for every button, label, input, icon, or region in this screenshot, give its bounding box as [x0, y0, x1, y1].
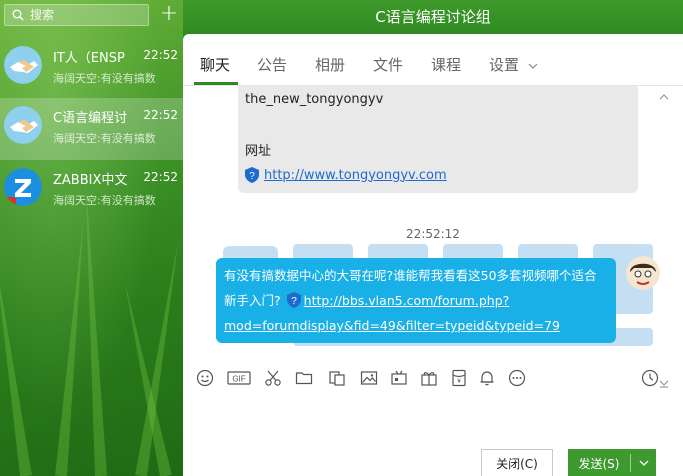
sender-avatar[interactable] — [626, 256, 660, 290]
tab-album[interactable]: 相册 — [315, 54, 345, 75]
search-input[interactable] — [30, 8, 140, 22]
window-title: C语言编程讨论组 — [375, 8, 491, 26]
chevron-down-icon — [639, 460, 648, 466]
group-avatar — [4, 46, 42, 84]
gift-icon[interactable] — [418, 367, 440, 389]
conversation-item[interactable]: IT人（ENSP 22:52 海阔天空:有没有搞数 — [0, 38, 183, 100]
add-button[interactable]: + — [158, 3, 180, 26]
shield-icon: ? — [245, 167, 259, 183]
group-avatar — [4, 106, 42, 144]
conversation-item[interactable]: ZABBIX中文 22:52 海阔天空:有没有搞数 — [0, 160, 183, 222]
send-button-label: 发送(S) — [578, 456, 620, 471]
gif-label: GIF — [232, 375, 245, 384]
tab-courses[interactable]: 课程 — [431, 54, 461, 75]
collapse-icon[interactable] — [659, 92, 669, 102]
message-list[interactable]: the_new_tongyongyv 网址 ? http://www.tongy… — [183, 86, 683, 392]
svg-text:?: ? — [249, 171, 255, 182]
tab-bar: 聊天 公告 相册 文件 课程 设置 — [183, 34, 683, 86]
title-bar: C语言编程讨论组 — [183, 0, 683, 34]
screenshot-icon[interactable] — [326, 367, 348, 389]
conversation-item-active[interactable]: C语言编程讨 22:52 海阔天空:有没有搞数 — [0, 98, 183, 160]
tab-announcement[interactable]: 公告 — [257, 54, 287, 75]
tab-chat[interactable]: 聊天 — [200, 54, 230, 75]
conversation-time: 22:52 — [143, 108, 178, 122]
send-button[interactable]: 发送(S) — [568, 449, 656, 476]
conversation-preview: 海阔天空:有没有搞数 — [53, 72, 156, 85]
search-box[interactable] — [4, 4, 149, 26]
gif-icon[interactable]: GIF — [225, 367, 251, 389]
conversation-time: 22:52 — [143, 48, 178, 62]
svg-text:¥: ¥ — [457, 379, 461, 385]
more-icon[interactable] — [506, 367, 528, 389]
conversation-time: 22:52 — [143, 170, 178, 184]
message-timestamp: 22:52:12 — [406, 227, 460, 241]
smiley-icon[interactable] — [194, 367, 216, 389]
conversation-name: IT人（ENSP — [53, 51, 125, 66]
chat-panel: 聊天 公告 相册 文件 课程 设置 the_new_tongyongyv 网址 … — [183, 34, 683, 476]
send-options-dropdown[interactable] — [631, 459, 656, 467]
input-toolbar: GIF ¥ — [183, 367, 683, 393]
image-icon[interactable] — [358, 367, 380, 389]
background-decoration — [0, 257, 32, 476]
tab-settings-label: 设置 — [489, 56, 520, 74]
video-icon[interactable] — [388, 367, 410, 389]
message-input[interactable] — [183, 394, 683, 444]
close-button[interactable]: 关闭(C) — [481, 449, 553, 476]
conversation-sidebar: + IT人（ENSP 22:52 海阔天空:有没有搞数 — [0, 0, 183, 476]
red-packet-icon[interactable]: ¥ — [448, 367, 470, 389]
scissors-icon[interactable] — [262, 367, 284, 389]
conversation-preview: 海阔天空:有没有搞数 — [53, 132, 156, 145]
message-text: 网址 — [245, 144, 272, 159]
tab-files[interactable]: 文件 — [373, 54, 403, 75]
history-icon[interactable] — [639, 367, 661, 389]
svg-text:?: ? — [291, 296, 297, 307]
bell-icon[interactable] — [476, 367, 498, 389]
search-icon — [12, 9, 24, 21]
chevron-down-icon — [528, 63, 538, 69]
active-tab-indicator — [194, 82, 238, 85]
zabbix-avatar — [4, 168, 42, 206]
tab-settings[interactable]: 设置 — [489, 54, 538, 75]
conversation-name: C语言编程讨 — [53, 111, 128, 126]
message-text: the_new_tongyongyv — [245, 92, 384, 107]
message-link[interactable]: http://www.tongyongyv.com — [264, 168, 447, 183]
previous-message-bubble: the_new_tongyongyv 网址 ? http://www.tongy… — [238, 86, 638, 193]
folder-icon[interactable] — [293, 367, 315, 389]
conversation-name: ZABBIX中文 — [53, 173, 128, 188]
current-message-bubble: 有没有搞数据中心的大哥在呢?谁能帮我看看这50多套视频哪个适合新手入门? ? h… — [216, 258, 616, 343]
shield-icon: ? — [286, 292, 301, 308]
conversation-preview: 海阔天空:有没有搞数 — [53, 194, 156, 207]
